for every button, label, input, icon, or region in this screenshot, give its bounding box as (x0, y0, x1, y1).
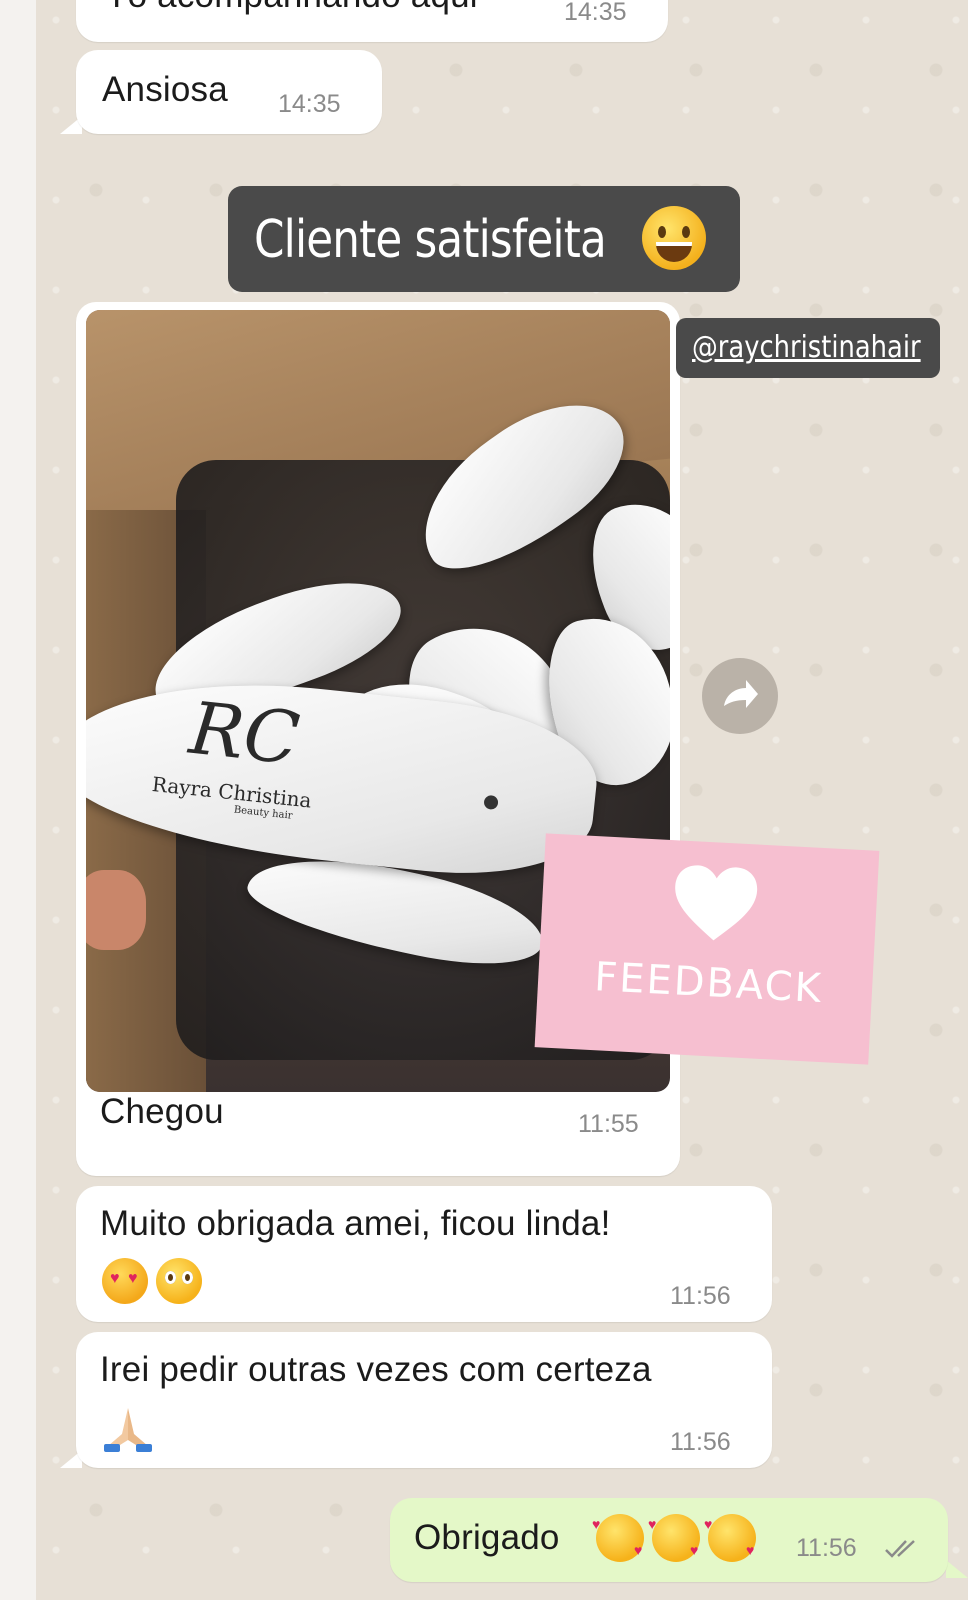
message-text: Muito obrigada amei, ficou linda! (100, 1204, 611, 1243)
message-text: Ansiosa (102, 70, 228, 109)
brand-monogram: RC (185, 685, 304, 781)
brush-hole (483, 794, 499, 811)
hand (86, 870, 146, 950)
forward-icon (724, 680, 758, 708)
smiling-hearts-emoji: ♥ ♥ (648, 1514, 700, 1562)
heart-eyes-emoji: ♥ ♥ (102, 1258, 148, 1304)
forward-button[interactable] (702, 658, 778, 734)
message-time: 11:56 (670, 1428, 731, 1456)
message-bubble-incoming[interactable]: Ansiosa 14:35 (76, 50, 382, 134)
feedback-sticker: FEEDBACK (534, 833, 880, 1065)
handle-label[interactable]: @raychristinahair (676, 318, 940, 378)
message-bubble-incoming[interactable]: Muito obrigada amei, ficou linda! ♥ ♥ 11… (76, 1186, 772, 1322)
left-edge-strip (0, 0, 36, 1600)
message-bubble-incoming[interactable]: Irei pedir outras vezes com certeza 11:5… (76, 1332, 772, 1468)
story-headline: Cliente satisfeita (228, 186, 740, 292)
message-time: 14:35 (564, 0, 627, 26)
smiley-emoji (642, 206, 706, 270)
double-check-icon (885, 1540, 915, 1558)
bubble-tail (946, 1560, 968, 1578)
message-text: Obrigado (414, 1518, 560, 1557)
sticker-text: FEEDBACK (593, 954, 824, 1013)
message-bubble-outgoing[interactable]: Obrigado ♥ ♥ ♥ ♥ ♥ ♥ 11:56 (390, 1498, 948, 1582)
message-time: 11:55 (578, 1110, 639, 1138)
message-time: 11:56 (670, 1282, 731, 1310)
message-time: 11:56 (796, 1534, 857, 1562)
message-time: 14:35 (278, 90, 341, 118)
praying-hands-emoji (104, 1408, 152, 1452)
smiling-hearts-emoji: ♥ ♥ (592, 1514, 644, 1562)
smiling-hearts-emoji: ♥ ♥ (704, 1514, 756, 1562)
headline-text: Cliente satisfeita (254, 210, 607, 270)
heart-icon (675, 865, 758, 941)
message-text: Irei pedir outras vezes com certeza (100, 1350, 652, 1389)
message-bubble-incoming[interactable]: Tô acompanhando aqui 14:35 (76, 0, 668, 42)
image-caption: Chegou (100, 1092, 224, 1131)
message-text: Tô acompanhando aqui (106, 0, 478, 16)
handle-text[interactable]: @raychristinahair (692, 330, 921, 365)
pleading-emoji (156, 1258, 202, 1304)
